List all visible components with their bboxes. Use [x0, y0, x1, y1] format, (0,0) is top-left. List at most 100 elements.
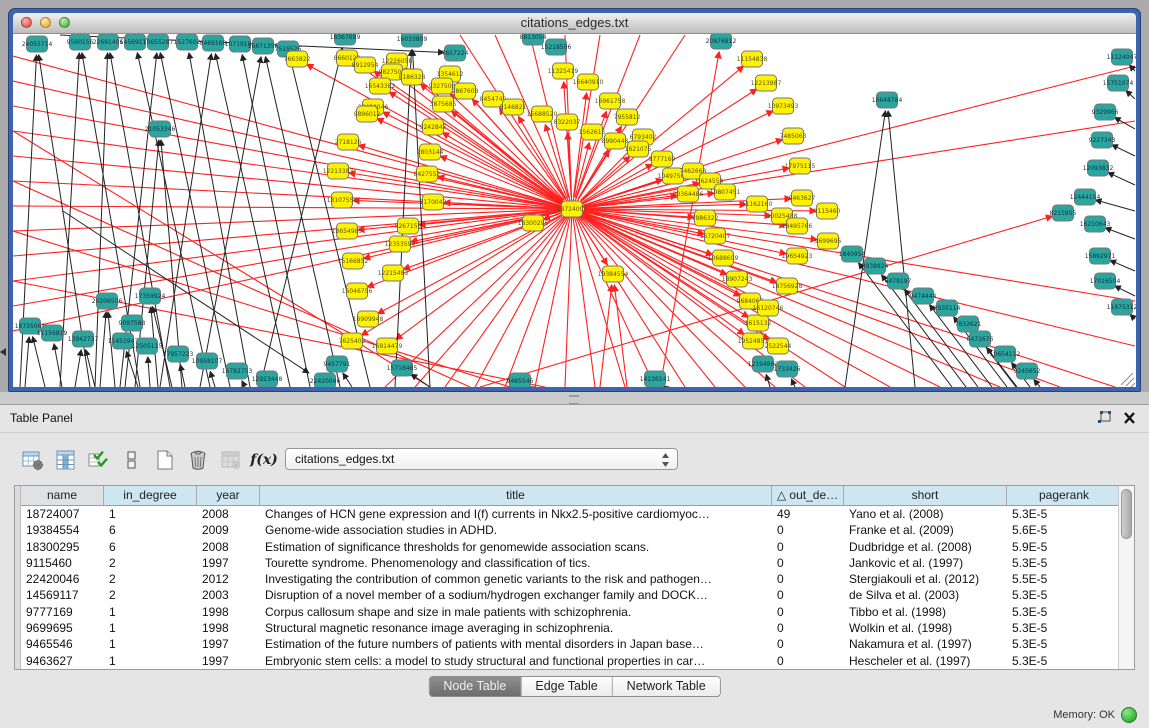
graph-node[interactable]: 12444154 — [1070, 189, 1101, 205]
graph-node[interactable]: 9474444 — [910, 288, 937, 304]
graph-node[interactable]: 1615132 — [745, 315, 772, 331]
graph-node[interactable]: 2718126 — [335, 134, 362, 150]
memory-ok-indicator[interactable] — [1121, 707, 1137, 723]
graph-node[interactable]: 11124047 — [1107, 49, 1136, 65]
graph-node[interactable]: 17359924 — [135, 288, 166, 304]
table-row[interactable]: 911546021997Tourette syndrome. Phenomeno… — [21, 555, 1119, 571]
column-header-title[interactable]: title — [260, 486, 772, 506]
graph-node[interactable]: 19654923 — [782, 248, 813, 264]
network-canvas[interactable]: 2405571495601562269140614569117106552871… — [13, 34, 1136, 387]
create-column-button[interactable] — [152, 447, 178, 473]
graph-node[interactable]: 18495766 — [782, 218, 813, 234]
column-header-out_de[interactable]: △ out_de… — [772, 486, 844, 506]
graph-node[interactable]: 2867608 — [452, 83, 479, 99]
graph-node[interactable]: 12093832 — [1083, 160, 1114, 176]
graph-node[interactable]: 12215483 — [378, 265, 409, 281]
graph-node[interactable]: 1733426 — [774, 361, 801, 377]
graph-node[interactable]: 9245652 — [1014, 363, 1041, 379]
graph-node[interactable]: 11154838 — [737, 51, 768, 67]
column-header-short[interactable]: short — [844, 486, 1007, 506]
graph-node[interactable]: 9699695 — [815, 233, 842, 249]
graph-node[interactable]: 7955812 — [614, 109, 641, 125]
graph-node[interactable]: 18107553 — [327, 192, 358, 208]
graph-node[interactable]: 12353594 — [385, 236, 416, 252]
network-view-window[interactable]: citations_edges.txt 24055714956015622691… — [8, 8, 1141, 392]
graph-node[interactable]: 16120746 — [753, 300, 784, 316]
graph-node[interactable]: 15751074 — [1103, 75, 1134, 91]
column-header-name[interactable]: name — [21, 486, 104, 506]
graph-node[interactable]: 17957223 — [163, 346, 194, 362]
table-row[interactable]: 977716911998Corpus callosum shape and si… — [21, 604, 1119, 620]
graph-node[interactable]: 1621075 — [625, 141, 652, 157]
window-titlebar[interactable]: citations_edges.txt — [13, 13, 1136, 34]
graph-node[interactable]: 12213383 — [323, 163, 354, 179]
table-row[interactable]: 1456911722003Disruption of a novel membe… — [21, 587, 1119, 603]
table-row[interactable]: 1938455462009Genome-wide association stu… — [21, 522, 1119, 538]
graph-node[interactable]: 18367689 — [330, 34, 361, 45]
graph-node[interactable]: 3875685 — [430, 96, 457, 112]
graph-node[interactable]: 11675312 — [1107, 299, 1136, 315]
table-row[interactable]: 969969511998Structural magnetic resonanc… — [21, 620, 1119, 636]
table-scrollbar[interactable] — [1118, 486, 1134, 669]
table-row[interactable]: 1830029562008Estimation of significance … — [21, 539, 1119, 555]
graph-node[interactable]: 16648784 — [872, 92, 903, 108]
graph-node[interactable]: 9465546 — [507, 373, 534, 387]
graph-node[interactable]: 10655287 — [143, 34, 174, 50]
graph-node[interactable]: 2935114 — [934, 300, 961, 316]
graph-node[interactable]: 9329966 — [1092, 104, 1119, 120]
minimize-window-button[interactable] — [40, 17, 51, 28]
graph-node[interactable]: 11162160 — [742, 196, 773, 212]
graph-node[interactable]: 10688609 — [708, 250, 739, 266]
delete-column-button[interactable] — [185, 447, 211, 473]
graph-node[interactable]: 16033809 — [397, 34, 428, 47]
graph-node[interactable]: 13942737 — [68, 331, 99, 347]
graph-node[interactable]: 20206506 — [92, 293, 123, 309]
graph-node[interactable]: 7625402 — [339, 333, 366, 349]
graph-node[interactable]: 15892971 — [1085, 248, 1116, 264]
scrollbar-thumb[interactable] — [1121, 489, 1132, 539]
graph-node[interactable]: 12923448 — [252, 371, 283, 387]
tab-node-table[interactable]: Node Table — [429, 677, 521, 696]
graph-node[interactable]: 7663822 — [284, 51, 311, 67]
tab-network-table[interactable]: Network Table — [613, 677, 720, 696]
table-row[interactable]: 2242004622012Investigating the contribut… — [21, 571, 1119, 587]
graph-node[interactable]: 16640910 — [573, 74, 604, 90]
table-row[interactable]: 946362711997Embryonic stem cells: a mode… — [21, 653, 1119, 669]
graph-node[interactable]: 15716485 — [387, 360, 418, 376]
graph-node[interactable]: 16210643 — [1080, 216, 1111, 232]
graph-node[interactable]: 9777169 — [649, 151, 676, 167]
graph-node[interactable]: 10807451 — [710, 184, 741, 200]
graph-node[interactable]: 9146821 — [500, 99, 527, 115]
show-columns-button[interactable] — [53, 447, 79, 473]
graph-node[interactable]: 20876812 — [706, 34, 737, 49]
panel-splitter[interactable] — [0, 392, 1149, 404]
delete-table-button[interactable] — [218, 447, 244, 473]
zoom-window-button[interactable] — [59, 17, 70, 28]
graph-node[interactable]: 15166852 — [338, 253, 369, 269]
graph-node[interactable]: 8471676 — [967, 331, 994, 347]
function-builder-button[interactable]: f(x) — [251, 447, 277, 473]
graph-node[interactable]: 9560156 — [67, 34, 94, 50]
graph-node[interactable]: 8215955 — [1050, 205, 1077, 221]
graph-node[interactable]: 11325419 — [548, 63, 579, 79]
graph-node[interactable]: 14136141 — [640, 371, 671, 387]
graph-node[interactable]: 8427552 — [414, 166, 441, 182]
graph-node[interactable]: 12505115 — [132, 338, 163, 354]
graph-node[interactable]: 8267150 — [395, 218, 422, 234]
column-header-in_degree[interactable]: in_degree — [104, 486, 197, 506]
graph-node[interactable]: 1527602 — [174, 34, 201, 50]
tab-edge-table[interactable]: Edge Table — [521, 677, 612, 696]
select-all-rows-button[interactable] — [86, 447, 112, 473]
table-row[interactable]: 946554611997Estimation of the future num… — [21, 636, 1119, 652]
canvas-resize-grip-icon[interactable] — [1121, 373, 1135, 387]
graph-node[interactable]: 9242845 — [420, 119, 447, 135]
graph-node[interactable]: 6479197 — [885, 273, 912, 289]
graph-node[interactable]: 9457791 — [324, 356, 351, 372]
graph-node[interactable]: 16961758 — [595, 93, 626, 109]
graph-node[interactable]: 24055714 — [22, 36, 53, 52]
graph-node[interactable]: 2803144 — [417, 144, 444, 160]
float-panel-icon[interactable] — [1096, 410, 1113, 431]
graph-node[interactable]: 2522544 — [765, 338, 792, 354]
graph-node[interactable]: 10654112 — [990, 346, 1021, 362]
graph-node[interactable]: 9463627 — [789, 190, 816, 206]
